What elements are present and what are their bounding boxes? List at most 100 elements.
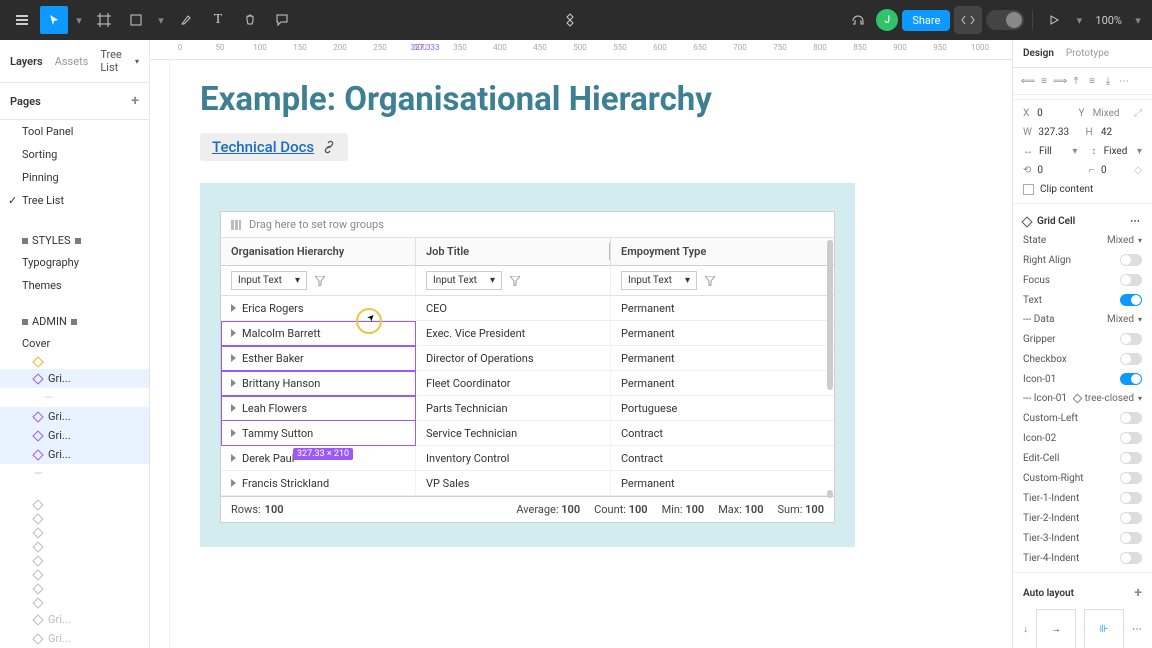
layer-item[interactable]: Gri... [0,610,149,629]
layer-item[interactable]: — [0,388,149,407]
chevron-right-icon[interactable] [231,404,236,412]
prop-toggle[interactable] [1120,512,1142,524]
table-row[interactable]: Francis StricklandVP SalesPermanent [221,471,834,496]
zoom-value[interactable]: 100% [1089,14,1128,27]
section-styles[interactable]: STYLES [0,226,149,251]
layer-item[interactable]: Cover [0,332,149,355]
component-name[interactable]: Grid Cell [1037,216,1075,227]
prop-toggle[interactable] [1120,492,1142,504]
prop-toggle[interactable] [1120,452,1142,464]
w-input[interactable]: 327.33 [1038,127,1079,138]
tab-layers[interactable]: Layers [10,55,43,68]
chevron-down-icon[interactable]: ▾ [72,6,86,34]
group-drop-zone[interactable]: Drag here to set row groups [221,212,834,238]
dev-mode-icon[interactable] [954,6,982,34]
h-input[interactable]: 42 [1101,127,1142,138]
layer-item[interactable] [0,582,149,596]
prop-dropdown[interactable]: Mixed [1107,314,1142,325]
tab-prototype[interactable]: Prototype [1066,48,1109,59]
present-icon[interactable] [1041,6,1069,34]
table-row[interactable]: Malcolm BarrettExec. Vice PresidentPerma… [221,321,834,346]
chevron-right-icon[interactable] [231,479,236,487]
chevron-right-icon[interactable] [231,379,236,387]
move-tool-icon[interactable] [40,6,68,34]
filter-icon[interactable] [315,276,325,286]
table-row[interactable]: Tammy SuttonService TechnicianContract [221,421,834,446]
link-chip[interactable]: Technical Docs [200,133,348,161]
layer-item[interactable] [0,526,149,540]
alignment-box[interactable]: ⊪ [1084,609,1124,648]
add-page-button[interactable]: + [131,93,139,109]
comment-tool-icon[interactable] [268,6,296,34]
page-item[interactable]: Tool Panel [0,120,149,143]
align-hcenter-icon[interactable]: ≡ [1037,74,1051,88]
chevron-right-icon[interactable] [231,454,236,462]
page-item[interactable]: Sorting [0,143,149,166]
scrollbar-vertical[interactable] [827,240,833,390]
chevron-down-icon[interactable]: ▾ [1073,6,1085,34]
prop-toggle[interactable] [1120,373,1142,385]
constraint-mode[interactable]: Fixed [1104,146,1131,157]
prop-toggle[interactable] [1120,254,1142,266]
table-row[interactable]: Erica RogersCEOPermanent [221,296,834,321]
layer-item[interactable]: Gri... [0,426,149,445]
layer-item[interactable] [0,596,149,610]
layer-item[interactable]: Gri... [0,629,149,648]
technical-docs-link[interactable]: Technical Docs [212,138,314,156]
corner-detail-icon[interactable]: ◇ [1134,165,1142,176]
align-top-icon[interactable]: ⤒ [1069,74,1083,88]
table-row[interactable]: Brittany HansonFleet CoordinatorPermanen… [221,371,834,396]
layer-item[interactable] [0,355,149,369]
align-left-icon[interactable]: ⟸ [1021,74,1035,88]
prop-toggle[interactable] [1120,432,1142,444]
add-autolayout-button[interactable]: + [1134,585,1142,601]
prop-toggle[interactable] [1120,294,1142,306]
prop-instance-swap[interactable]: tree-closed [1074,393,1142,404]
filter-icon[interactable] [705,276,715,286]
direction-picker[interactable]: → [1036,609,1076,648]
more-icon[interactable]: ⋯ [1132,624,1142,635]
column-header[interactable]: Job Title [416,238,611,265]
page-dropdown[interactable]: Tree List [100,48,139,74]
chevron-down-icon[interactable]: ▾ [1132,6,1144,34]
prop-toggle[interactable] [1120,353,1142,365]
frame-tool-icon[interactable] [90,6,118,34]
prop-toggle[interactable] [1120,412,1142,424]
prop-toggle[interactable] [1120,274,1142,286]
chevron-down-icon[interactable]: ▾ [154,6,168,34]
headphones-icon[interactable] [844,6,872,34]
menu-icon[interactable] [8,6,36,34]
filter-icon[interactable] [510,276,520,286]
prop-dropdown[interactable]: Mixed [1107,235,1142,246]
position-icon[interactable]: ⤢ [1134,108,1142,119]
scrollbar-vertical[interactable] [827,490,833,498]
align-right-icon[interactable]: ⟹ [1053,74,1067,88]
filter-select[interactable]: Input Text▾ [621,271,697,290]
filter-select[interactable]: Input Text▾ [426,271,502,290]
column-header[interactable]: Organisation Hierarchy [221,238,416,265]
column-header[interactable]: Empoyment Type [611,238,834,265]
y-input[interactable]: Mixed [1093,108,1128,119]
prop-toggle[interactable] [1120,472,1142,484]
layer-item[interactable]: Gri... [0,445,149,464]
section-admin[interactable]: ADMIN [0,307,149,332]
more-icon[interactable]: ⋯ [1130,216,1142,227]
hand-tool-icon[interactable] [236,6,264,34]
chevron-right-icon[interactable] [231,354,236,362]
layer-item[interactable] [0,498,149,512]
layer-item[interactable]: Gri... [0,407,149,426]
direction-vertical-icon[interactable]: ↓ [1023,624,1028,635]
align-vcenter-icon[interactable]: ≡ [1085,74,1099,88]
x-input[interactable]: 0 [1037,108,1072,119]
layer-item[interactable] [0,568,149,582]
page-item[interactable]: Pinning [0,166,149,189]
layer-item[interactable]: Gri... [0,369,149,388]
fill-mode[interactable]: Fill [1039,146,1066,157]
layer-item[interactable]: — [0,464,149,483]
layer-item[interactable] [0,512,149,526]
page-item[interactable]: Tree List [0,189,149,212]
prop-toggle[interactable] [1120,552,1142,564]
text-tool-icon[interactable]: T [204,6,232,34]
layer-item[interactable]: Themes [0,274,149,297]
layer-item[interactable] [0,554,149,568]
